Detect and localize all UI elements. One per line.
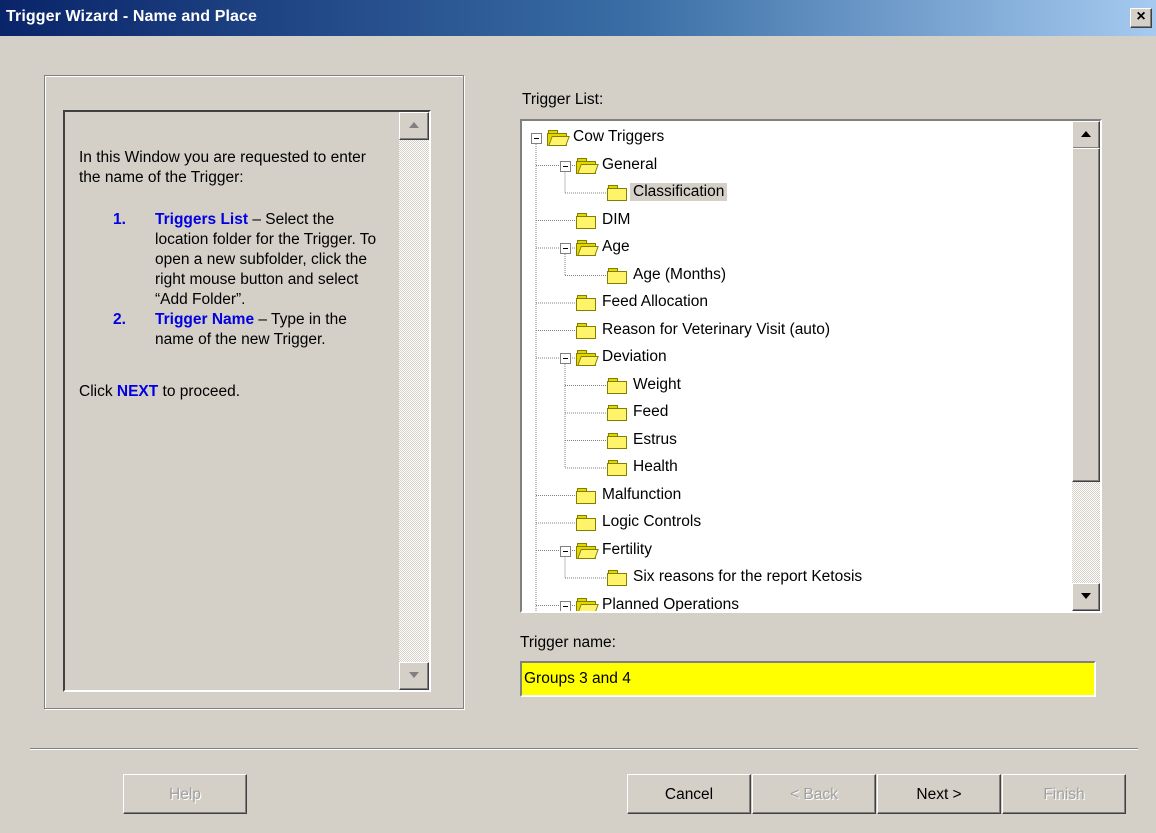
help-intro: In this Window you are requested to ente… bbox=[79, 149, 366, 186]
help-step-title: Triggers List bbox=[155, 211, 249, 228]
tree-node[interactable]: Six reasons for the report Ketosis bbox=[522, 567, 1062, 591]
help-scroll-down-button[interactable] bbox=[399, 662, 429, 690]
separator bbox=[30, 748, 1138, 750]
tree-node[interactable]: Malfunction bbox=[522, 485, 1062, 509]
tree-node-label: Health bbox=[633, 458, 678, 475]
tree-node[interactable]: Weight bbox=[522, 375, 1062, 399]
help-text: In this Window you are requested to ente… bbox=[79, 148, 389, 402]
tree-node-label: Feed bbox=[633, 403, 669, 420]
folder-icon bbox=[576, 514, 596, 531]
folder-open-icon bbox=[547, 129, 570, 146]
tree-node[interactable]: Estrus bbox=[522, 430, 1062, 454]
proceed-suffix: to proceed. bbox=[158, 383, 241, 400]
folder-icon bbox=[576, 294, 596, 311]
tree-node[interactable]: Cow Triggers bbox=[522, 127, 1062, 151]
tree-scroll-thumb[interactable] bbox=[1072, 148, 1100, 482]
tree-node-label: Reason for Veterinary Visit (auto) bbox=[602, 320, 831, 338]
help-step-number: 2. bbox=[113, 311, 126, 328]
arrow-up-icon bbox=[1081, 131, 1091, 137]
tree-node-label: Estrus bbox=[633, 430, 677, 448]
window-title: Trigger Wizard - Name and Place bbox=[6, 8, 258, 25]
folder-icon bbox=[607, 267, 627, 284]
tree-node-label: Planned Operations bbox=[602, 595, 740, 613]
help-step-title: Trigger Name bbox=[155, 311, 255, 328]
arrow-up-icon bbox=[409, 122, 419, 128]
tree-node[interactable]: Reason for Veterinary Visit (auto) bbox=[522, 320, 1062, 344]
folder-open-icon bbox=[576, 349, 599, 366]
tree-node-label: Fertility bbox=[602, 540, 652, 558]
collapse-icon[interactable] bbox=[560, 243, 571, 254]
title-bar: Trigger Wizard - Name and Place × bbox=[0, 0, 1156, 36]
tree-node[interactable]: Fertility bbox=[522, 540, 1062, 564]
folder-icon bbox=[607, 184, 627, 201]
back-button[interactable]: < Back bbox=[752, 774, 876, 814]
folder-open-icon bbox=[576, 157, 599, 174]
collapse-icon[interactable] bbox=[531, 133, 542, 144]
tree-scrollbar[interactable] bbox=[1072, 121, 1100, 611]
proceed-prefix: Click bbox=[79, 383, 117, 400]
collapse-icon[interactable] bbox=[560, 160, 571, 172]
arrow-down-icon bbox=[1081, 593, 1091, 599]
help-panel: In this Window you are requested to ente… bbox=[63, 110, 431, 692]
tree-scroll-down-button[interactable] bbox=[1072, 583, 1100, 611]
help-step-number: 1. bbox=[113, 211, 126, 228]
help-button[interactable]: Help bbox=[123, 774, 247, 814]
help-step: 1. Triggers List – Select the location f… bbox=[79, 210, 389, 310]
proceed-keyword: NEXT bbox=[116, 383, 159, 400]
folder-icon bbox=[607, 432, 627, 449]
tree-node-label: Age (Months) bbox=[633, 265, 727, 283]
folder-icon bbox=[576, 487, 596, 504]
tree-node[interactable]: Logic Controls bbox=[522, 512, 1062, 536]
tree-node[interactable]: Age (Months) bbox=[522, 265, 1062, 289]
collapse-icon[interactable] bbox=[560, 600, 571, 611]
tree-node-label: Cow Triggers bbox=[573, 128, 665, 145]
collapse-icon[interactable] bbox=[560, 353, 571, 364]
tree-scroll-up-button[interactable] bbox=[1072, 121, 1100, 149]
tree-node[interactable]: General bbox=[522, 155, 1062, 179]
tree-node[interactable]: Classification bbox=[522, 182, 1062, 206]
folder-icon bbox=[607, 404, 627, 421]
trigger-tree[interactable]: Cow Triggers General Classification DIM Age A… bbox=[520, 119, 1102, 613]
tree-node[interactable]: DIM bbox=[522, 210, 1062, 234]
close-icon: × bbox=[1136, 8, 1146, 25]
tree-node[interactable]: Age bbox=[522, 237, 1062, 261]
tree-node-label: Weight bbox=[633, 375, 681, 393]
trigger-name-label: Trigger name: bbox=[520, 634, 616, 651]
finish-button[interactable]: Finish bbox=[1002, 774, 1126, 814]
tree-node-label: Feed Allocation bbox=[602, 293, 708, 310]
tree-node[interactable]: Deviation bbox=[522, 347, 1062, 371]
help-steps: 1. Triggers List – Select the location f… bbox=[79, 210, 389, 350]
next-button[interactable]: Next > bbox=[877, 774, 1001, 814]
tree-node-label: Age bbox=[602, 238, 630, 255]
tree-node[interactable]: Feed bbox=[522, 402, 1062, 426]
tree-node-label: Deviation bbox=[602, 348, 667, 365]
tree-node[interactable]: Health bbox=[522, 457, 1062, 481]
tree-node-label: Malfunction bbox=[602, 485, 682, 503]
help-step: 2. Trigger Name – Type in the name of th… bbox=[79, 310, 389, 350]
cancel-button[interactable]: Cancel bbox=[627, 774, 751, 814]
tree-node-label: Logic Controls bbox=[602, 513, 702, 530]
tree-node-label: General bbox=[602, 155, 658, 173]
help-proceed: Click NEXT to proceed. bbox=[79, 382, 389, 402]
trigger-list-label: Trigger List: bbox=[522, 91, 604, 108]
tree-node-label: Classification bbox=[630, 183, 728, 201]
close-button[interactable]: × bbox=[1130, 8, 1152, 28]
folder-icon bbox=[576, 212, 596, 229]
folder-icon bbox=[576, 322, 596, 339]
help-scroll-up-button[interactable] bbox=[399, 112, 429, 140]
folder-icon bbox=[607, 569, 627, 586]
help-scrollbar[interactable] bbox=[399, 112, 429, 690]
tree-node[interactable]: Planned Operations bbox=[522, 595, 1062, 613]
tree-node[interactable]: Feed Allocation bbox=[522, 292, 1062, 316]
arrow-down-icon bbox=[409, 672, 419, 678]
folder-open-icon bbox=[576, 542, 599, 559]
folder-icon bbox=[607, 459, 627, 476]
trigger-name-input[interactable] bbox=[520, 661, 1096, 697]
collapse-icon[interactable] bbox=[560, 545, 571, 557]
folder-open-icon bbox=[576, 597, 599, 611]
tree-node-label: Six reasons for the report Ketosis bbox=[633, 568, 863, 585]
folder-icon bbox=[607, 377, 627, 394]
folder-open-icon bbox=[576, 239, 599, 256]
tree-node-label: DIM bbox=[602, 210, 631, 228]
